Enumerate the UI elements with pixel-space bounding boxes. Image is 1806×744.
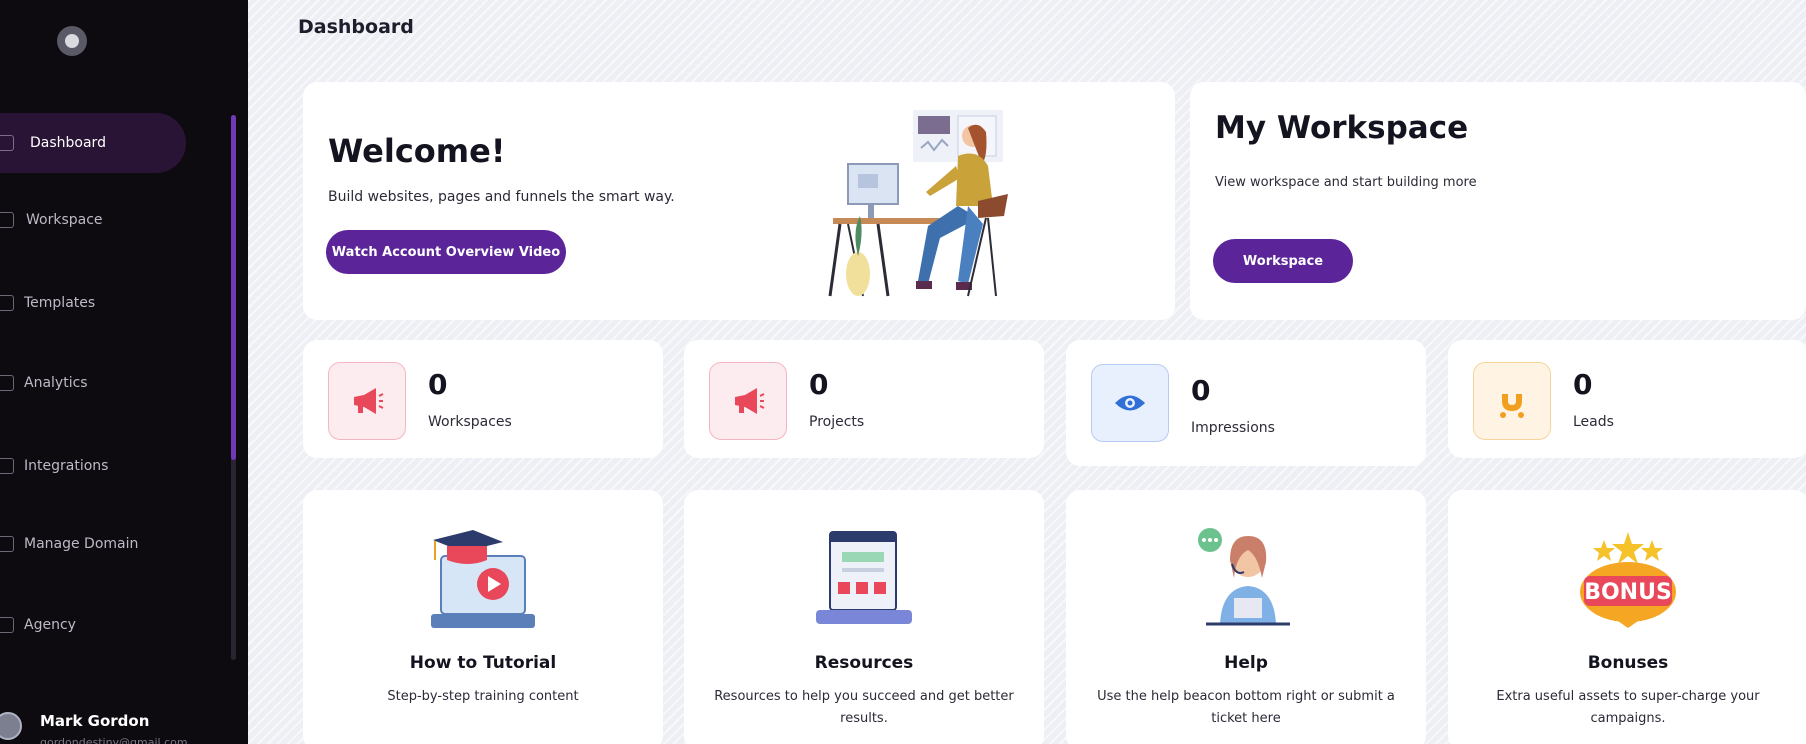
sidebar-item-label: Dashboard <box>30 135 106 151</box>
stat-label: Workspaces <box>428 414 512 430</box>
sidebar-item-workspace[interactable]: Workspace <box>0 190 186 250</box>
megaphone-icon <box>709 362 787 440</box>
feature-title: Help <box>1224 653 1268 673</box>
eye-icon <box>1091 364 1169 442</box>
stat-card-impressions[interactable]: 0 Impressions <box>1066 340 1426 466</box>
workspace-title: My Workspace <box>1215 110 1469 146</box>
feature-description: Step-by-step training content <box>387 689 579 704</box>
feature-title: How to Tutorial <box>409 653 557 673</box>
magnet-icon <box>1473 362 1551 440</box>
sidebar-item-integrations[interactable]: Integrations <box>0 436 186 496</box>
page-title: Dashboard <box>298 16 414 38</box>
stat-value: 0 <box>809 368 829 401</box>
feature-description: Resources to help you succeed and get be… <box>714 689 1014 726</box>
user-email: gordondestiny@gmail.com <box>40 736 188 744</box>
feature-title: Bonuses <box>1587 653 1669 673</box>
sidebar-item-label: Agency <box>24 617 76 633</box>
integrations-icon <box>0 458 14 474</box>
sidebar-item-agency[interactable]: Agency <box>0 595 186 655</box>
feature-card-help[interactable]: Help Use the help beacon bottom right or… <box>1066 490 1426 744</box>
feature-card-resources[interactable]: Resources Resources to help you succeed … <box>684 490 1044 744</box>
stat-label: Impressions <box>1191 420 1275 436</box>
templates-icon <box>0 295 14 311</box>
sidebar-item-analytics[interactable]: Analytics <box>0 353 186 413</box>
sidebar-item-label: Templates <box>24 295 96 311</box>
user-name: Mark Gordon <box>40 712 150 730</box>
welcome-title: Welcome! <box>328 132 506 170</box>
user-profile[interactable]: Mark Gordon gordondestiny@gmail.com <box>0 700 230 744</box>
bonus-badge-text: BONUS <box>1584 580 1672 605</box>
stat-card-projects[interactable]: 0 Projects <box>684 340 1044 458</box>
welcome-card: Welcome! Build websites, pages and funne… <box>303 82 1175 320</box>
stat-label: Projects <box>809 414 865 430</box>
avatar <box>0 712 22 740</box>
watch-overview-video-button[interactable]: Watch Account Overview Video <box>326 230 566 274</box>
sidebar-item-label: Manage Domain <box>24 536 139 552</box>
resources-icon <box>816 531 912 624</box>
stat-label: Leads <box>1573 414 1614 430</box>
sidebar-scrollbar-thumb[interactable] <box>231 115 236 460</box>
agency-icon <box>0 617 14 633</box>
feature-description: Extra useful assets to super-charge your… <box>1496 689 1760 726</box>
stat-value: 0 <box>1191 374 1211 407</box>
domain-icon <box>0 536 14 552</box>
main-content: Dashboard Welcome! Build websites, pages… <box>248 0 1806 744</box>
stat-value: 0 <box>1573 368 1593 401</box>
stat-value: 0 <box>428 368 448 401</box>
my-workspace-card: My Workspace View workspace and start bu… <box>1190 82 1806 320</box>
feature-description: Use the help beacon bottom right or subm… <box>1097 689 1395 726</box>
sidebar-item-label: Workspace <box>26 212 103 228</box>
stat-card-workspaces[interactable]: 0 Workspaces <box>303 340 663 458</box>
tutorial-icon <box>431 530 535 628</box>
sidebar-item-manage-domain[interactable]: Manage Domain <box>0 514 186 574</box>
feature-card-bonuses[interactable]: BONUS Bonuses Extra useful assets to sup… <box>1448 490 1806 744</box>
sidebar-item-label: Analytics <box>24 375 88 391</box>
bonus-icon: BONUS <box>1580 532 1676 628</box>
sidebar-item-dashboard[interactable]: Dashboard <box>0 113 186 173</box>
sidebar: Dashboard Workspace Templates Analytics … <box>0 0 248 744</box>
welcome-subtitle: Build websites, pages and funnels the sm… <box>328 189 675 205</box>
feature-title: Resources <box>814 653 914 673</box>
workspace-desk-illustration <box>828 110 1008 297</box>
app-logo-icon[interactable] <box>57 26 87 56</box>
megaphone-icon <box>328 362 406 440</box>
workspace-description: View workspace and start building more <box>1215 175 1477 190</box>
feature-card-tutorial[interactable]: How to Tutorial Step-by-step training co… <box>303 490 663 744</box>
workspace-button[interactable]: Workspace <box>1213 239 1353 283</box>
help-icon <box>1198 528 1290 626</box>
workspace-icon <box>0 212 14 228</box>
analytics-icon <box>0 375 14 391</box>
stat-card-leads[interactable]: 0 Leads <box>1448 340 1806 458</box>
sidebar-item-templates[interactable]: Templates <box>0 273 186 333</box>
sidebar-item-label: Integrations <box>24 458 109 474</box>
dashboard-icon <box>0 135 14 151</box>
